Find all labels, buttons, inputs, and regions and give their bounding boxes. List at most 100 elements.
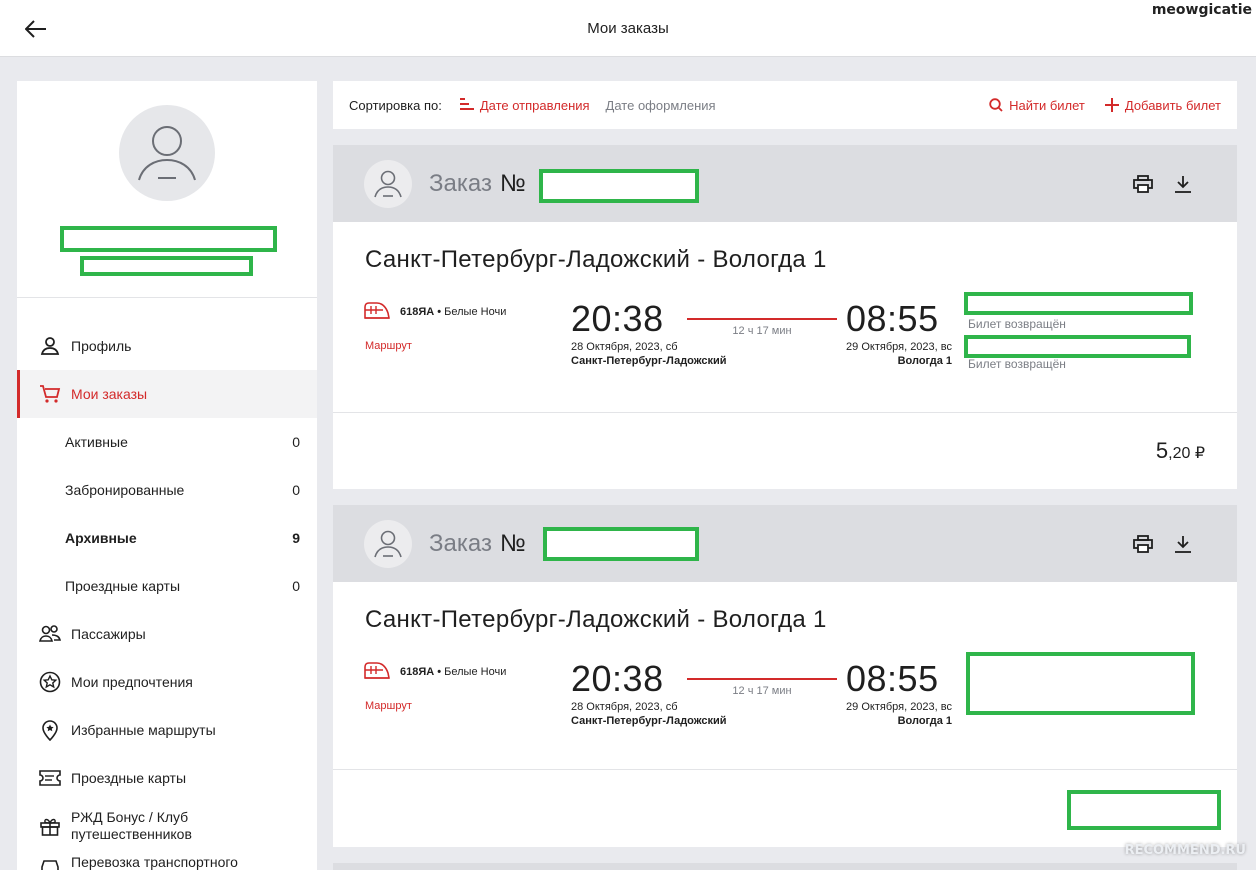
- train-name: Белые Ночи: [444, 306, 507, 318]
- order-header: Заказ №: [333, 505, 1237, 582]
- sidebar-menu: Профиль Мои заказы Активные 0 Заброниров…: [17, 322, 317, 870]
- order-number-prefix: №: [499, 169, 526, 197]
- sort-label: Сортировка по:: [349, 97, 442, 113]
- departure-time: 20:38: [571, 658, 664, 699]
- route-link[interactable]: Маршрут: [365, 700, 412, 712]
- sidebar-item-favorite-routes[interactable]: Избранные маршруты: [17, 706, 317, 754]
- subitem-count: 0: [292, 482, 300, 498]
- subitem-label: Архивные: [65, 530, 137, 546]
- route-title: Санкт-Петербург-Ладожский - Вологда 1: [365, 606, 827, 633]
- star-icon: [39, 671, 61, 693]
- departure-station: Санкт-Петербург-Ладожский: [571, 715, 727, 727]
- car-icon: [39, 854, 61, 870]
- sidebar-item-vehicle[interactable]: Перевозка транспортного: [17, 850, 317, 870]
- user-avatar-icon: [138, 126, 196, 181]
- sidebar-item-profile[interactable]: Профиль: [17, 322, 317, 370]
- printer-icon: [1133, 175, 1153, 193]
- route-link[interactable]: Маршрут: [365, 340, 412, 352]
- price-integer: 5: [1155, 438, 1169, 463]
- sidebar-item-label: Мои предпочтения: [71, 674, 193, 690]
- arrival-time: 08:55: [846, 298, 939, 339]
- duration-line: [687, 678, 837, 680]
- ticket-status: Билет возвращён: [968, 317, 1066, 331]
- departure-time: 20:38: [571, 298, 664, 339]
- sidebar-item-label: Перевозка транспортного: [71, 854, 238, 870]
- departure-date: 28 Октября, 2023, сб: [571, 701, 678, 713]
- sidebar-item-my-orders[interactable]: Мои заказы: [17, 370, 317, 418]
- sidebar-subitem-active[interactable]: Активные 0: [17, 418, 317, 466]
- search-icon: [989, 98, 1003, 112]
- order-actions: [1115, 532, 1195, 556]
- download-icon: [1175, 536, 1191, 553]
- username-watermark: meowgicatie: [1151, 2, 1252, 18]
- subitem-count: 9: [292, 530, 300, 546]
- departure-station: Санкт-Петербург-Ладожский: [571, 355, 727, 367]
- watermark: RECOMMEND.RU: [1124, 843, 1246, 858]
- top-bar: Мои заказы meowgicatie: [0, 0, 1256, 57]
- train-icon: [364, 302, 390, 319]
- sidebar-item-passengers[interactable]: Пассажиры: [17, 610, 317, 658]
- redacted-email: [80, 256, 253, 276]
- add-ticket-button[interactable]: Добавить билет: [1104, 97, 1221, 113]
- redacted-order-number: [543, 527, 699, 561]
- train-number: 618ЯА • Белые Ночи: [400, 666, 507, 678]
- sidebar-item-preferences[interactable]: Мои предпочтения: [17, 658, 317, 706]
- sort-by-departure[interactable]: Дате отправления: [459, 97, 590, 113]
- download-button[interactable]: [1171, 532, 1195, 556]
- divider: [17, 297, 317, 298]
- train-number-value: 618ЯА: [400, 666, 435, 678]
- duration-line: [687, 318, 837, 320]
- ticket-status: Билет возвращён: [968, 357, 1066, 371]
- sidebar-subitem-archive[interactable]: Архивные 9: [17, 514, 317, 562]
- subitem-label: Активные: [65, 434, 128, 450]
- add-ticket-label: Добавить билет: [1124, 97, 1221, 113]
- sidebar-item-label: Проездные карты: [71, 770, 187, 786]
- order-card: Заказ № Санкт-Петербург-Ладожский - Воло…: [333, 505, 1237, 847]
- sidebar-subitem-booked[interactable]: Забронированные 0: [17, 466, 317, 514]
- order-number-prefix: №: [499, 529, 526, 557]
- arrival-date: 29 Октября, 2023, вс: [846, 341, 952, 353]
- sidebar-item-label: РЖД Бонус / Клуб путешественников: [71, 809, 192, 842]
- redacted-passenger: [964, 335, 1191, 358]
- sort-icon: [459, 97, 474, 113]
- download-button[interactable]: [1171, 172, 1195, 196]
- order-title: Заказ: [429, 169, 492, 197]
- ticket-icon: [39, 767, 61, 789]
- duration: 12 ч 17 мин: [732, 325, 792, 337]
- order-price: 5,20 ₽: [1156, 438, 1205, 464]
- users-icon: [39, 623, 61, 645]
- printer-icon: [1133, 535, 1153, 553]
- train-icon: [364, 662, 390, 679]
- page-title: Мои заказы: [587, 20, 669, 37]
- sort-bar: Сортировка по: Дате отправления Дате офо…: [333, 81, 1237, 129]
- user-icon: [39, 335, 61, 357]
- train-number: 618ЯА • Белые Ночи: [400, 306, 507, 318]
- sidebar-item-label: Профиль: [71, 338, 132, 354]
- redacted-name: [60, 226, 277, 252]
- subitem-count: 0: [292, 578, 300, 594]
- subitem-count: 0: [292, 434, 300, 450]
- print-button[interactable]: [1131, 172, 1155, 196]
- find-ticket-button[interactable]: Найти билет: [989, 98, 1085, 113]
- sort-by-booking[interactable]: Дате оформления: [606, 98, 716, 113]
- train-name: Белые Ночи: [444, 666, 507, 678]
- sidebar-item-label: Пассажиры: [71, 626, 146, 642]
- redacted-passenger: [964, 292, 1193, 315]
- sidebar-item-label: Мои заказы: [71, 386, 148, 402]
- sidebar-item-travel-cards[interactable]: Проездные карты: [17, 754, 317, 802]
- avatar: [364, 519, 412, 568]
- sidebar-subitem-travel-cards[interactable]: Проездные карты 0: [17, 562, 317, 610]
- user-avatar-icon: [374, 170, 402, 197]
- arrival-station: Вологда 1: [897, 355, 952, 367]
- subitem-label: Забронированные: [65, 482, 185, 498]
- order-card: Заказ № Санкт-Петербург-Ладожский - Воло…: [333, 145, 1237, 489]
- avatar: [364, 159, 412, 208]
- route-title: Санкт-Петербург-Ладожский - Вологда 1: [365, 246, 827, 273]
- arrival-time: 08:55: [846, 658, 939, 699]
- print-button[interactable]: [1131, 532, 1155, 556]
- user-avatar-icon: [374, 530, 402, 557]
- arrival-station: Вологда 1: [897, 715, 952, 727]
- find-ticket-label: Найти билет: [1009, 97, 1085, 113]
- sidebar-item-bonus[interactable]: РЖД Бонус / Клуб путешественников: [17, 802, 317, 850]
- avatar: [119, 105, 215, 201]
